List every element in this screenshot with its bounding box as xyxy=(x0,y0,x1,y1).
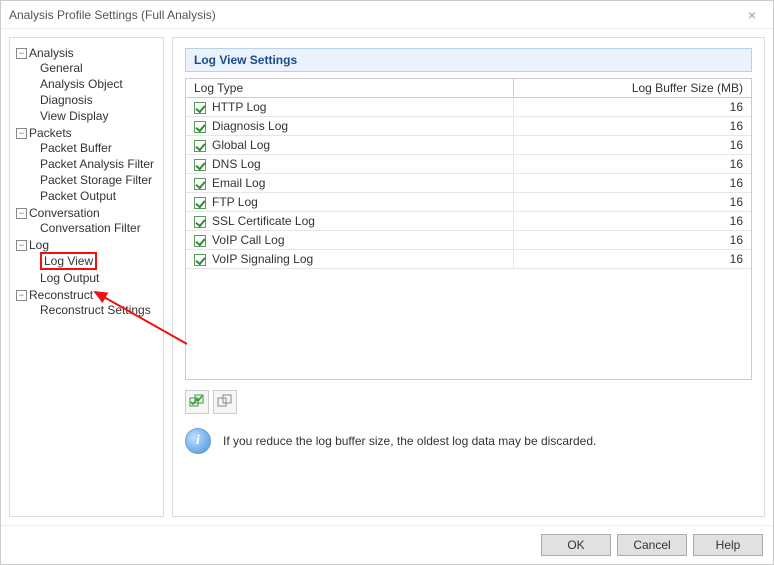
row-checkbox[interactable] xyxy=(194,216,206,228)
tree-item-reconstruct-settings[interactable]: Reconstruct Settings xyxy=(16,302,163,318)
cell-buffer-size[interactable]: 16 xyxy=(514,212,751,231)
tree-group-packets[interactable]: − Packets xyxy=(16,126,163,140)
row-checkbox[interactable] xyxy=(194,178,206,190)
cell-log-type-text: Diagnosis Log xyxy=(212,119,288,133)
table-row[interactable]: VoIP Signaling Log 16 xyxy=(186,250,751,269)
row-checkbox[interactable] xyxy=(194,254,206,266)
info-icon: i xyxy=(185,428,211,454)
table-toolbar xyxy=(185,390,752,414)
tree-group-reconstruct[interactable]: − Reconstruct xyxy=(16,288,163,302)
col-header-log-type[interactable]: Log Type xyxy=(186,79,514,98)
cell-log-type: HTTP Log xyxy=(186,98,514,117)
cell-log-type-text: Global Log xyxy=(212,138,270,152)
collapse-icon[interactable]: − xyxy=(16,128,27,139)
tree-group-label: Conversation xyxy=(29,206,100,220)
panel-heading: Log View Settings xyxy=(185,48,752,72)
cell-log-type: Global Log xyxy=(186,136,514,155)
info-row: i If you reduce the log buffer size, the… xyxy=(185,428,752,454)
cell-log-type: Diagnosis Log xyxy=(186,117,514,136)
title-bar: Analysis Profile Settings (Full Analysis… xyxy=(1,1,773,29)
tree-item-packet-buffer[interactable]: Packet Buffer xyxy=(16,140,163,156)
nav-tree: − Analysis General Analysis Object Diagn… xyxy=(9,37,164,517)
tree-group-log[interactable]: − Log xyxy=(16,238,163,252)
cell-log-type-text: VoIP Call Log xyxy=(212,233,285,247)
table-row[interactable]: SSL Certificate Log 16 xyxy=(186,212,751,231)
tree-item-view-display[interactable]: View Display xyxy=(16,108,163,124)
tree-item-log-output[interactable]: Log Output xyxy=(16,270,163,286)
tree-group-analysis[interactable]: − Analysis xyxy=(16,46,163,60)
cell-buffer-size[interactable]: 16 xyxy=(514,250,751,269)
table-row[interactable]: Email Log 16 xyxy=(186,174,751,193)
cell-buffer-size[interactable]: 16 xyxy=(514,193,751,212)
cell-log-type-text: DNS Log xyxy=(212,157,261,171)
col-header-buffer-size[interactable]: Log Buffer Size (MB) xyxy=(514,79,751,98)
ok-button[interactable]: OK xyxy=(541,534,611,556)
cell-log-type: SSL Certificate Log xyxy=(186,212,514,231)
table-row[interactable]: DNS Log 16 xyxy=(186,155,751,174)
deselect-all-icon xyxy=(217,394,233,410)
table-row[interactable]: FTP Log 16 xyxy=(186,193,751,212)
tree-group-label: Log xyxy=(29,238,49,252)
collapse-icon[interactable]: − xyxy=(16,290,27,301)
window-title: Analysis Profile Settings (Full Analysis… xyxy=(9,8,216,22)
tree-item-conversation-filter[interactable]: Conversation Filter xyxy=(16,220,163,236)
annotation-highlight: Log View xyxy=(40,252,97,270)
deselect-all-button[interactable] xyxy=(213,390,237,414)
tree-group-conversation[interactable]: − Conversation xyxy=(16,206,163,220)
cell-log-type: Email Log xyxy=(186,174,514,193)
cell-log-type-text: SSL Certificate Log xyxy=(212,214,315,228)
cell-log-type-text: HTTP Log xyxy=(212,100,266,114)
help-button[interactable]: Help xyxy=(693,534,763,556)
tree-item-general[interactable]: General xyxy=(16,60,163,76)
cell-buffer-size[interactable]: 16 xyxy=(514,155,751,174)
tree-group-label: Analysis xyxy=(29,46,74,60)
select-all-icon xyxy=(189,394,205,410)
table-row[interactable]: Global Log 16 xyxy=(186,136,751,155)
cell-log-type: VoIP Call Log xyxy=(186,231,514,250)
dialog-footer: OK Cancel Help xyxy=(1,525,773,564)
row-checkbox[interactable] xyxy=(194,140,206,152)
row-checkbox[interactable] xyxy=(194,197,206,209)
cancel-button[interactable]: Cancel xyxy=(617,534,687,556)
tree-item-packet-output[interactable]: Packet Output xyxy=(16,188,163,204)
cell-buffer-size[interactable]: 16 xyxy=(514,98,751,117)
tree-item-packet-storage-filter[interactable]: Packet Storage Filter xyxy=(16,172,163,188)
cell-log-type-text: FTP Log xyxy=(212,195,258,209)
tree-group-label: Packets xyxy=(29,126,72,140)
cell-log-type: DNS Log xyxy=(186,155,514,174)
collapse-icon[interactable]: − xyxy=(16,208,27,219)
close-icon[interactable]: × xyxy=(737,7,767,23)
row-checkbox[interactable] xyxy=(194,235,206,247)
cell-buffer-size[interactable]: 16 xyxy=(514,117,751,136)
tree-item-log-view[interactable]: Log View xyxy=(16,252,163,270)
row-checkbox[interactable] xyxy=(194,121,206,133)
main-area: − Analysis General Analysis Object Diagn… xyxy=(1,29,773,525)
collapse-icon[interactable]: − xyxy=(16,240,27,251)
cell-buffer-size[interactable]: 16 xyxy=(514,174,751,193)
table-row[interactable]: HTTP Log 16 xyxy=(186,98,751,117)
cell-log-type-text: Email Log xyxy=(212,176,265,190)
collapse-icon[interactable]: − xyxy=(16,48,27,59)
cell-log-type: VoIP Signaling Log xyxy=(186,250,514,269)
table-row[interactable]: Diagnosis Log 16 xyxy=(186,117,751,136)
cell-log-type: FTP Log xyxy=(186,193,514,212)
row-checkbox[interactable] xyxy=(194,159,206,171)
table-row[interactable]: VoIP Call Log 16 xyxy=(186,231,751,250)
select-all-button[interactable] xyxy=(185,390,209,414)
settings-panel: Log View Settings Log Type Log Buffer Si… xyxy=(172,37,765,517)
tree-item-diagnosis[interactable]: Diagnosis xyxy=(16,92,163,108)
tree-item-analysis-object[interactable]: Analysis Object xyxy=(16,76,163,92)
cell-buffer-size[interactable]: 16 xyxy=(514,136,751,155)
log-table: Log Type Log Buffer Size (MB) HTTP Log 16… xyxy=(185,78,752,380)
tree-item-packet-analysis-filter[interactable]: Packet Analysis Filter xyxy=(16,156,163,172)
cell-buffer-size[interactable]: 16 xyxy=(514,231,751,250)
row-checkbox[interactable] xyxy=(194,102,206,114)
tree-group-label: Reconstruct xyxy=(29,288,93,302)
cell-log-type-text: VoIP Signaling Log xyxy=(212,252,313,266)
info-text: If you reduce the log buffer size, the o… xyxy=(223,434,596,448)
